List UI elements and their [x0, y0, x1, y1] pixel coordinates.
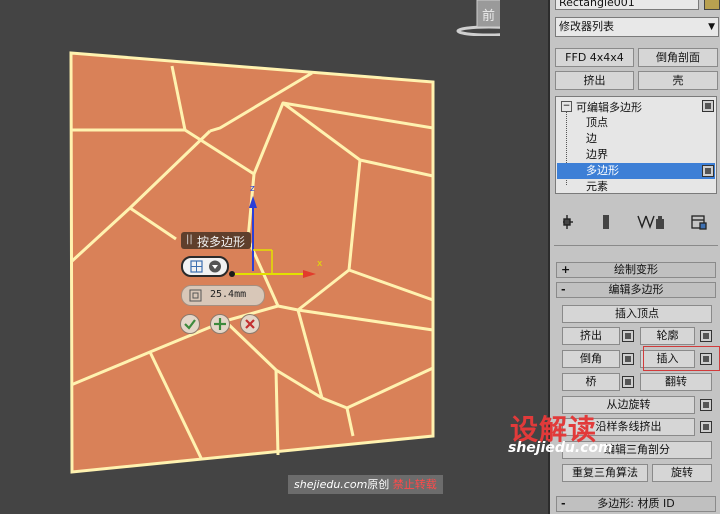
viewcube[interactable]: 前 — [452, 0, 522, 37]
extrude-settings-icon[interactable] — [622, 330, 634, 342]
gizmo-x-label: x — [317, 259, 323, 269]
object-color-swatch[interactable] — [704, 0, 720, 10]
rollout-edit-polygons[interactable]: - 编辑多边形 — [556, 282, 716, 298]
gizmo-z-label: z — [250, 184, 255, 194]
watermark-logo-url: shejiedu.com — [508, 440, 613, 456]
insert-vertex-button[interactable]: 插入顶点 — [562, 305, 712, 323]
stack-item-polygon[interactable]: 多边形 — [586, 163, 619, 178]
stack-item-edge[interactable]: 边 — [586, 131, 597, 146]
stack-selection-bar — [557, 163, 715, 179]
stack-polygon-toggle[interactable] — [702, 165, 714, 177]
rollout-material-ids-label: 多边形: 材质 ID — [597, 497, 675, 510]
credit-original: 原创 — [367, 478, 390, 491]
outline-settings-icon[interactable] — [700, 330, 712, 342]
caddy-apply-button[interactable] — [210, 314, 230, 334]
chevron-down-icon: ▼ — [708, 22, 715, 32]
object-name-field[interactable]: Rectangle001 — [555, 0, 699, 10]
hinge-settings-icon[interactable] — [700, 399, 712, 411]
checkmark-icon — [184, 319, 196, 330]
polygon-grid-icon — [190, 260, 203, 273]
caddy-cancel-button[interactable] — [240, 314, 260, 334]
inset-highlight-box — [643, 346, 720, 371]
bevel-profile-button[interactable]: 倒角剖面 — [638, 48, 718, 67]
modifier-stack[interactable]: − 可编辑多边形 顶点 边 边界 多边形 元素 — [555, 96, 717, 194]
stack-item-element[interactable]: 元素 — [586, 179, 608, 194]
panel-divider — [554, 245, 718, 246]
caddy-title: 按多边形 — [197, 235, 246, 249]
stack-toolbar — [563, 215, 707, 230]
show-end-result-icon — [603, 215, 609, 229]
shell-button[interactable]: 壳 — [638, 71, 718, 90]
retriangulate-button[interactable]: 重复三角算法 — [562, 464, 648, 482]
bevel-settings-icon[interactable] — [622, 353, 634, 365]
collapse-icon: - — [561, 283, 566, 296]
collapse-icon: - — [561, 497, 566, 510]
inset-amount-value: 25.4mm — [210, 289, 247, 300]
rollout-edit-polygons-label: 编辑多边形 — [608, 283, 664, 296]
plus-icon — [214, 318, 226, 330]
extrude-spline-settings-icon[interactable] — [700, 421, 712, 433]
remove-modifier-icon — [656, 216, 664, 229]
ffd-button[interactable]: FFD 4x4x4 — [555, 48, 634, 67]
flip-button[interactable]: 翻转 — [640, 373, 712, 391]
bridge-settings-icon[interactable] — [622, 376, 634, 388]
caddy-ok-button[interactable] — [180, 314, 200, 334]
configure-modifier-sets-icon — [691, 215, 707, 230]
watermark-logo: 设解读 shejiedu.com — [508, 408, 618, 458]
viewcube-front-label: 前 — [482, 9, 496, 24]
expand-icon: + — [561, 263, 571, 276]
caddy-grip-icon: || — [186, 234, 193, 245]
viewport[interactable]: z x 前 || 按多边形 25.4mm shejiedu.com原创 禁止转载 — [0, 0, 548, 514]
stack-item-border[interactable]: 边界 — [586, 147, 608, 162]
credit-notice: 禁止转载 — [392, 478, 437, 491]
modifier-list-dropdown[interactable]: 修改器列表 ▼ — [555, 17, 719, 37]
modifier-list-label: 修改器列表 — [559, 20, 614, 33]
watermark-credit: shejiedu.com原创 禁止转载 — [288, 475, 443, 494]
close-icon — [245, 319, 255, 329]
credit-site: shejiedu.com — [294, 478, 368, 491]
inset-type-dropdown[interactable] — [181, 256, 229, 277]
inset-amount-icon — [189, 289, 202, 302]
rollout-paint-deform-label: 绘制变形 — [614, 263, 658, 276]
turn-button[interactable]: 旋转 — [652, 464, 712, 482]
bevel-button[interactable]: 倒角 — [562, 350, 620, 368]
extrude-modifier-button[interactable]: 挤出 — [555, 71, 634, 90]
make-unique-icon — [637, 215, 655, 230]
stack-item-vertex[interactable]: 顶点 — [586, 115, 608, 130]
outline-button[interactable]: 轮廓 — [640, 327, 695, 345]
caddy-title-bar: || 按多边形 — [181, 232, 251, 249]
plane-mesh[interactable] — [0, 0, 548, 514]
rollout-material-ids[interactable]: - 多边形: 材质 ID — [556, 496, 716, 512]
stack-root[interactable]: 可编辑多边形 — [576, 99, 642, 115]
rollout-paint-deform[interactable]: + 绘制变形 — [556, 262, 716, 278]
stack-root-toggle[interactable] — [702, 100, 714, 112]
pin-stack-icon — [563, 215, 573, 229]
inset-amount-field[interactable]: 25.4mm — [181, 285, 265, 306]
extrude-button[interactable]: 挤出 — [562, 327, 620, 345]
bridge-button[interactable]: 桥 — [562, 373, 620, 391]
